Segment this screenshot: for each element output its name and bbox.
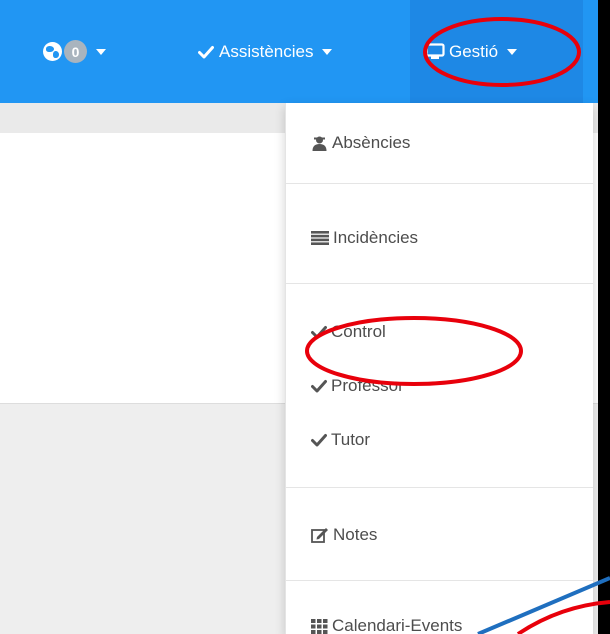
menu-item-notes[interactable]: Notes xyxy=(311,523,377,547)
notifications-menu[interactable]: 0 xyxy=(43,0,106,103)
notifications-badge: 0 xyxy=(64,40,87,63)
menu-item-label: Calendari-Events xyxy=(332,616,463,634)
gestio-label: Gestió xyxy=(449,41,499,61)
menu-item-professor[interactable]: Professor xyxy=(311,374,404,398)
menu-item-calendari-events[interactable]: Calendari-Events xyxy=(311,614,462,634)
chevron-down-icon xyxy=(96,48,106,55)
menu-item-label: Control xyxy=(331,322,386,341)
assistencies-menu[interactable]: Assistències xyxy=(198,0,333,103)
gestio-menu[interactable]: Gestió xyxy=(410,0,583,103)
menu-item-label: Professor xyxy=(331,376,404,395)
divider xyxy=(286,283,593,284)
globe-icon xyxy=(43,42,62,61)
user-secret-icon xyxy=(311,135,328,152)
page-area: 0 Assistències Gestió Absències Incidènc… xyxy=(0,0,598,634)
gestio-dropdown-menu: Absències Incidències Control Professor … xyxy=(285,103,593,634)
menu-item-label: Notes xyxy=(333,525,378,544)
menu-item-tutor[interactable]: Tutor xyxy=(311,428,370,452)
check-icon xyxy=(198,45,214,58)
assistencies-label: Assistències xyxy=(219,41,314,61)
menu-item-label: Absències xyxy=(332,133,411,152)
menu-item-control[interactable]: Control xyxy=(311,320,386,344)
chevron-down-icon xyxy=(322,48,333,55)
check-icon xyxy=(311,325,327,339)
edit-icon xyxy=(311,527,329,543)
divider xyxy=(286,580,593,581)
chevron-down-icon xyxy=(507,48,518,55)
grid-icon xyxy=(311,618,328,634)
menu-item-label: Tutor xyxy=(331,430,371,449)
divider xyxy=(286,487,593,488)
desktop-icon xyxy=(425,43,445,59)
divider xyxy=(286,183,593,184)
list-icon xyxy=(311,231,329,245)
menu-item-absencies[interactable]: Absències xyxy=(311,131,410,155)
check-icon xyxy=(311,433,327,447)
top-navbar: 0 Assistències Gestió xyxy=(0,0,598,103)
menu-item-label: Incidències xyxy=(333,228,419,247)
menu-item-incidencies[interactable]: Incidències xyxy=(311,226,418,250)
check-icon xyxy=(311,379,327,393)
